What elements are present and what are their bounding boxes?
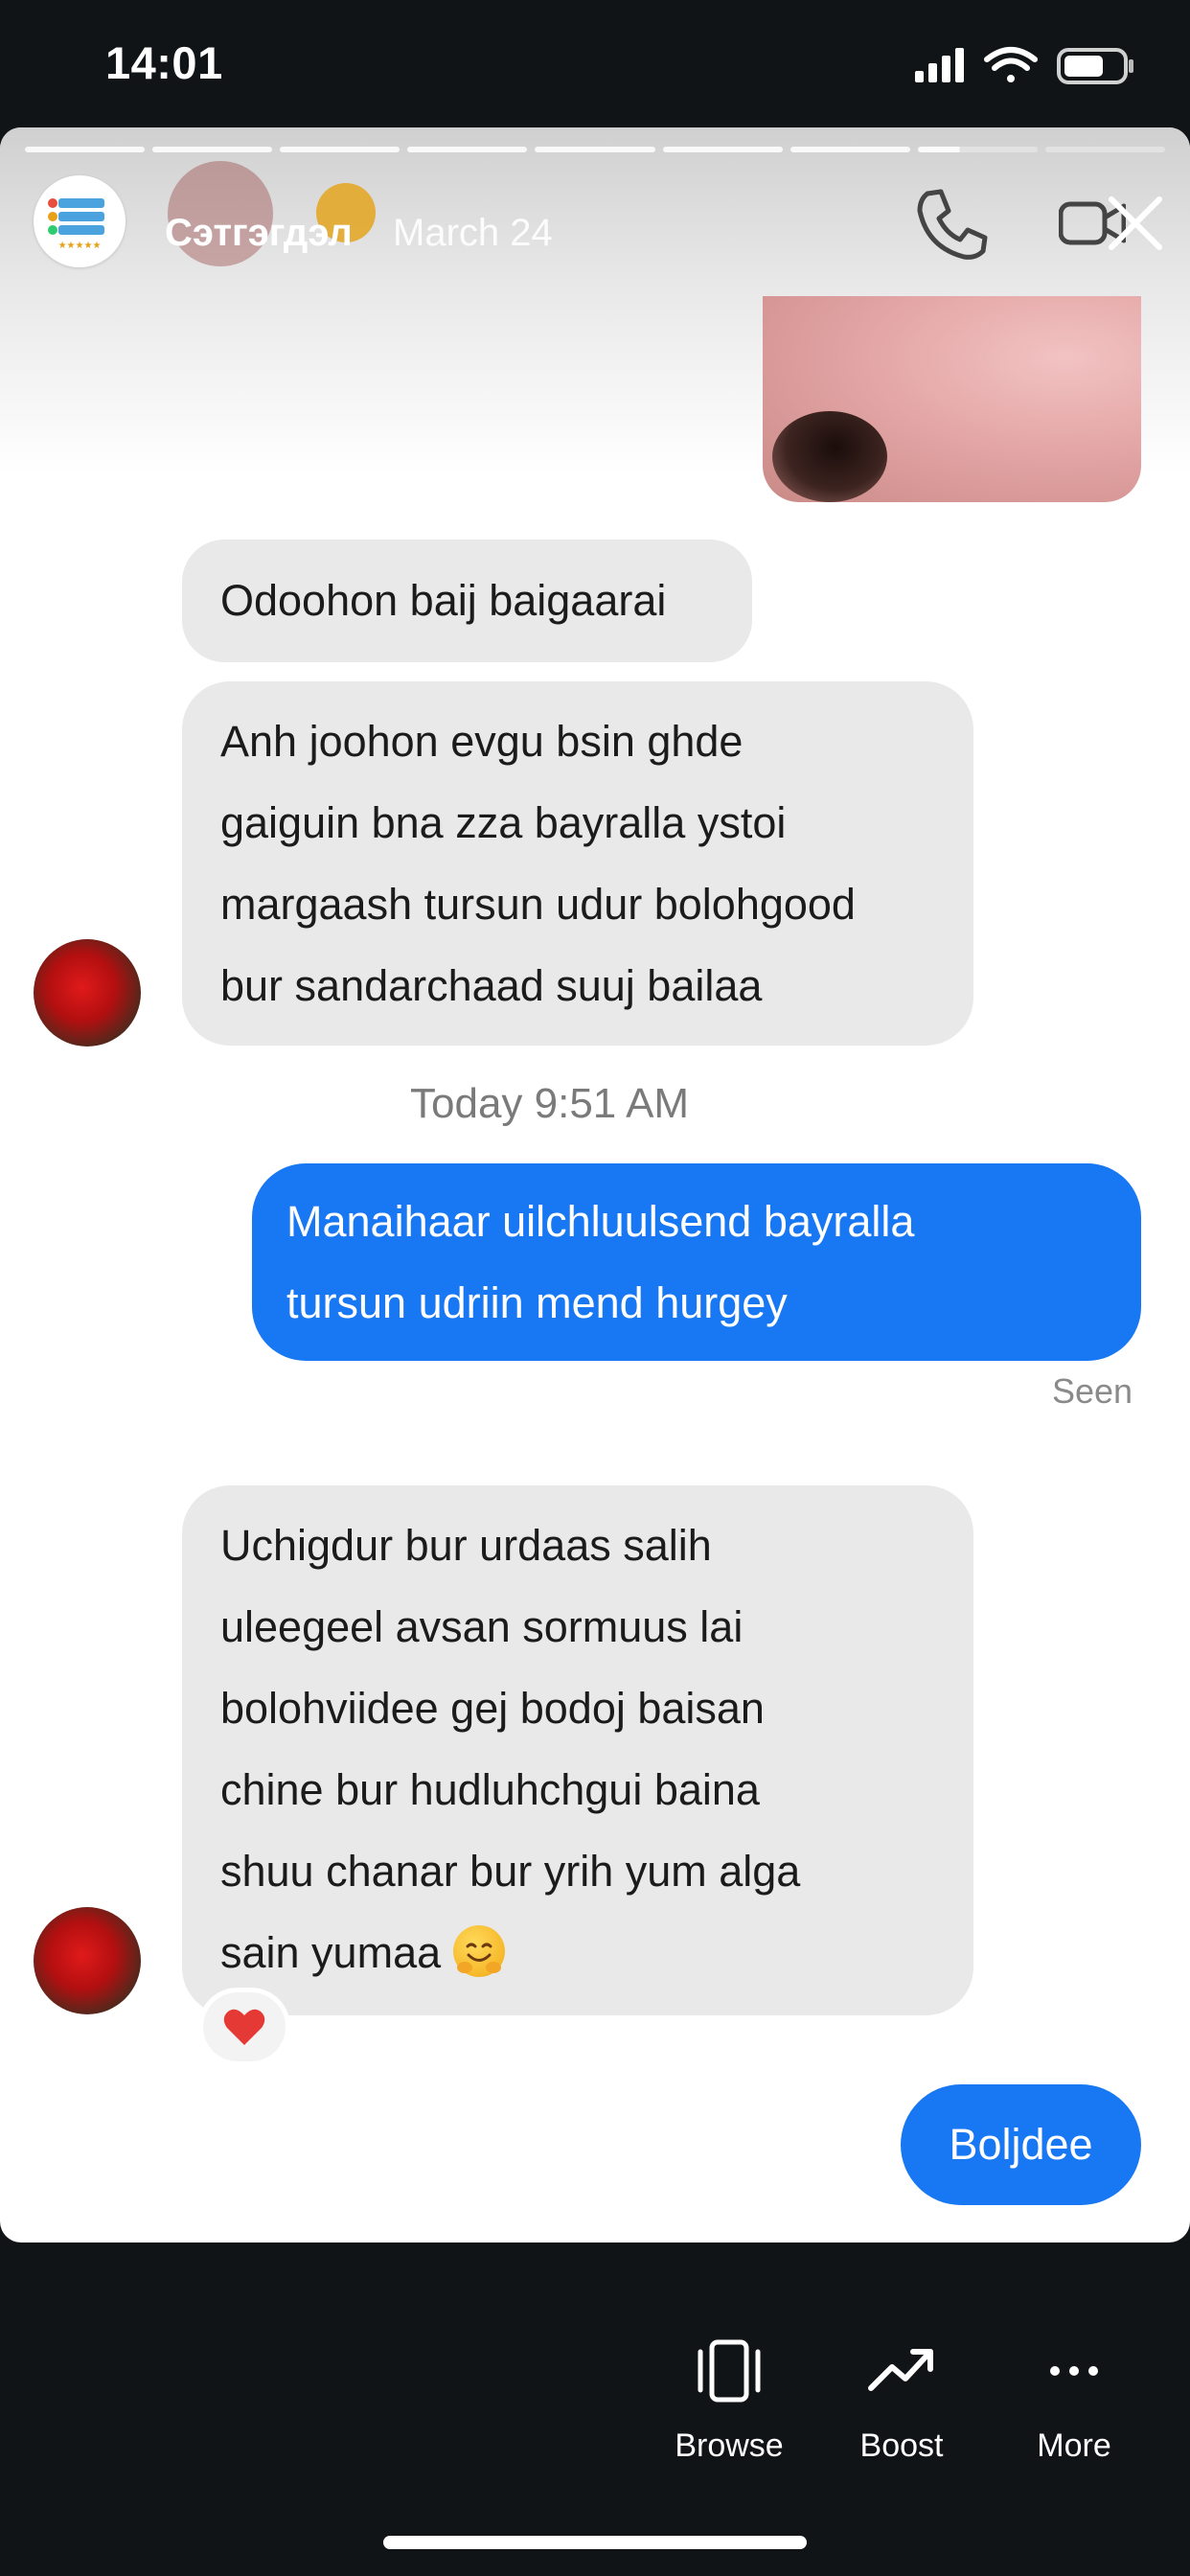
message-line: Anh joohon evgu bsin ghde xyxy=(220,717,744,766)
incoming-message: Anh joohon evgu bsin ghde gaiguin bna zz… xyxy=(182,681,973,1046)
contact-avatar xyxy=(34,939,141,1046)
chat-timestamp: Today 9:51 AM xyxy=(410,1080,690,1127)
browse-label: Browse xyxy=(675,2427,784,2464)
seen-status: Seen xyxy=(1052,1371,1133,1411)
outgoing-message: Boljdee xyxy=(901,2084,1141,2205)
progress-segment xyxy=(25,147,146,152)
message-line: sain yumaa xyxy=(220,1928,442,1977)
message-line: tursun udriin mend hurgey xyxy=(286,1278,788,1327)
message-text: Boljdee xyxy=(949,2120,1093,2169)
status-time: 14:01 xyxy=(105,37,223,88)
message-text: Odoohon baij baigaarai xyxy=(220,576,667,625)
chat-photo xyxy=(763,296,1141,502)
message-line: bolohviidee gej bodoj baisan xyxy=(220,1684,765,1733)
message-line: margaash tursun udur bolohgood xyxy=(220,880,856,929)
phone-icon xyxy=(917,189,988,260)
message-line: bur sandarchaad suuj bailaa xyxy=(220,961,763,1010)
wifi-icon xyxy=(984,47,1038,82)
progress-segment xyxy=(152,147,273,152)
boost-button[interactable]: Boost xyxy=(830,2333,973,2465)
story-card: ★★★★★ Сэтгэгдэл March 24 Odoohon baij ba… xyxy=(0,127,1190,2242)
incoming-message: Uchigdur bur urdaas salih uleegeel avsan… xyxy=(182,1485,973,2015)
progress-segment xyxy=(407,147,528,152)
story-progress xyxy=(25,147,1165,152)
boost-label: Boost xyxy=(859,2427,944,2464)
story-date: March 24 xyxy=(393,212,553,254)
message-line: Uchigdur bur urdaas salih xyxy=(220,1521,712,1570)
message-line: Manaihaar uilchluulsend bayralla xyxy=(286,1197,915,1246)
svg-text:★★★★★: ★★★★★ xyxy=(58,241,102,251)
battery-icon xyxy=(1057,48,1133,84)
message-line: gaiguin bna zza bayralla ystoi xyxy=(220,798,787,847)
browse-button[interactable]: Browse xyxy=(657,2333,801,2465)
contact-avatar xyxy=(34,1907,141,2014)
close-icon[interactable] xyxy=(1102,190,1169,257)
signal-icon xyxy=(915,48,964,82)
message-line-with-emoji: sain yumaa xyxy=(220,1912,935,1993)
outgoing-message: Manaihaar uilchluulsend bayralla tursun … xyxy=(252,1163,1141,1361)
message-line: shuu chanar bur yrih yum alga xyxy=(220,1847,801,1896)
heart-emoji-icon xyxy=(223,2009,265,2045)
home-indicator[interactable] xyxy=(383,2536,807,2549)
trending-up-icon xyxy=(868,2349,933,2391)
story-user-name[interactable]: Сэтгэгдэл xyxy=(165,212,353,255)
more-dots-icon xyxy=(1050,2366,1098,2376)
progress-segment xyxy=(662,147,783,152)
progress-segment xyxy=(280,147,400,152)
app-logo-avatar[interactable]: ★★★★★ xyxy=(34,175,126,267)
progress-segment-current xyxy=(917,147,1038,152)
progress-segment xyxy=(790,147,910,152)
message-line: uleegeel avsan sormuus lai xyxy=(220,1602,744,1651)
more-button[interactable]: More xyxy=(1002,2333,1146,2465)
message-line: chine bur hudluhchgui baina xyxy=(220,1765,760,1814)
progress-segment xyxy=(1044,147,1165,152)
progress-segment xyxy=(535,147,655,152)
hugging-face-emoji-icon xyxy=(452,1925,505,1977)
incoming-message: Odoohon baij baigaarai xyxy=(182,540,752,662)
status-icons xyxy=(915,47,1133,84)
more-label: More xyxy=(1037,2427,1111,2464)
app-logo-icon: ★★★★★ xyxy=(48,198,104,251)
message-reaction[interactable] xyxy=(203,1992,286,2061)
browse-icon xyxy=(698,2339,761,2403)
